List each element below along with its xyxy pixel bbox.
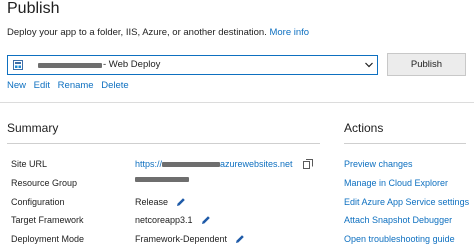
configuration-value: Release xyxy=(135,197,169,207)
chevron-down-icon[interactable] xyxy=(365,62,373,68)
site-url-link[interactable]: https:// azurewebsites.net xyxy=(135,158,313,170)
deployment-mode-row: Framework-Dependent xyxy=(135,233,245,245)
description-text: Deploy your app to a folder, IIS, Azure,… xyxy=(7,27,267,38)
site-url-suffix: azurewebsites.net xyxy=(220,159,293,169)
profile-actions: New Edit Rename Delete xyxy=(7,80,134,92)
web-deploy-icon xyxy=(13,60,23,70)
deployment-mode-value: Framework-Dependent xyxy=(135,234,228,244)
delete-profile-link[interactable]: Delete xyxy=(101,80,128,91)
pencil-icon[interactable] xyxy=(176,197,186,207)
actions-rule xyxy=(344,143,466,144)
target-framework-row: netcoreapp3.1 xyxy=(135,214,211,226)
resource-group-value xyxy=(135,177,189,182)
copy-icon[interactable] xyxy=(302,159,313,169)
configuration-label: Configuration xyxy=(11,197,65,207)
header-divider xyxy=(0,102,474,103)
actions-heading: Actions xyxy=(344,121,384,135)
deployment-mode-label: Deployment Mode xyxy=(11,234,85,244)
configuration-row: Release xyxy=(135,196,186,208)
summary-rule xyxy=(7,143,320,144)
page-title: Publish xyxy=(7,0,60,17)
site-url-label: Site URL xyxy=(11,159,48,169)
resource-group-label: Resource Group xyxy=(11,178,78,188)
new-profile-link[interactable]: New xyxy=(7,80,26,91)
pencil-icon[interactable] xyxy=(235,234,245,244)
site-url-prefix: https:// xyxy=(135,159,163,169)
manage-cloud-explorer-link[interactable]: Manage in Cloud Explorer xyxy=(344,177,448,189)
edit-profile-link[interactable]: Edit xyxy=(34,80,50,91)
rename-profile-link[interactable]: Rename xyxy=(58,80,94,91)
summary-heading: Summary xyxy=(7,121,59,135)
page-description: Deploy your app to a folder, IIS, Azure,… xyxy=(7,27,309,39)
pencil-icon[interactable] xyxy=(201,215,211,225)
target-framework-value: netcoreapp3.1 xyxy=(135,215,193,225)
target-framework-label: Target Framework xyxy=(11,215,84,225)
publish-profile-dropdown[interactable]: - Web Deploy xyxy=(7,55,378,75)
publish-button[interactable]: Publish xyxy=(387,53,466,76)
more-info-link[interactable]: More info xyxy=(269,27,309,38)
redacted-site-name xyxy=(162,161,221,167)
edit-app-service-settings-link[interactable]: Edit Azure App Service settings xyxy=(344,196,469,208)
redacted-profile-name xyxy=(38,63,102,68)
selected-profile-label: - Web Deploy xyxy=(103,59,161,70)
attach-snapshot-debugger-link[interactable]: Attach Snapshot Debugger xyxy=(344,214,452,226)
preview-changes-link[interactable]: Preview changes xyxy=(344,158,413,170)
troubleshooting-guide-link[interactable]: Open troubleshooting guide xyxy=(344,233,455,245)
redacted-resource-group xyxy=(135,177,189,182)
